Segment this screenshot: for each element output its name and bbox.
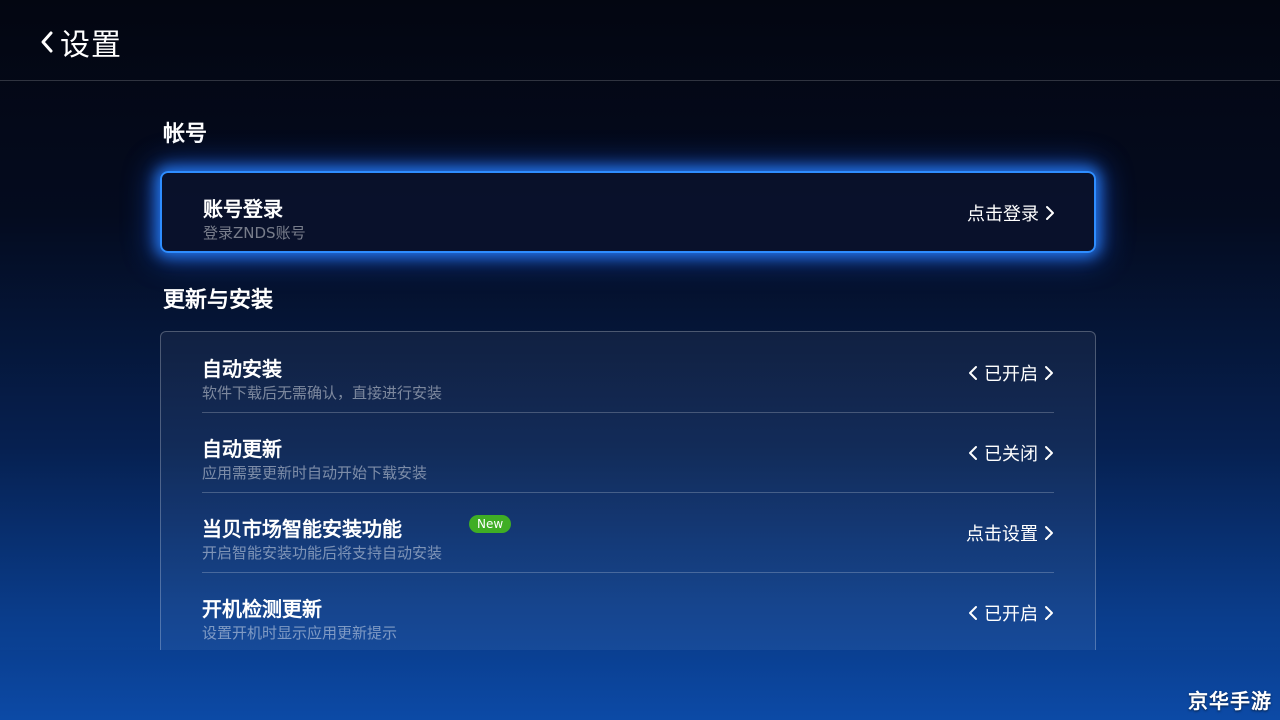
section-title-account: 帐号	[163, 122, 208, 147]
top-bar: 设置	[0, 0, 1280, 81]
setting-desc: 软件下载后无需确认，直接进行安装	[202, 384, 443, 402]
back-button[interactable]: 设置	[38, 22, 122, 63]
chevron-left-icon[interactable]	[968, 445, 978, 461]
account-login-value: 点击登录	[967, 204, 1039, 225]
setting-desc: 设置开机时显示应用更新提示	[202, 624, 398, 642]
chevron-right-icon	[1045, 526, 1053, 540]
section-title-update: 更新与安装	[163, 288, 274, 313]
setting-label: 开机检测更新	[202, 597, 322, 621]
account-login-row[interactable]: 账号登录 登录ZNDS账号 点击登录	[203, 173, 1055, 253]
chevron-right-icon[interactable]	[1044, 605, 1054, 621]
setting-label: 自动安装	[202, 357, 282, 381]
chevron-left-icon[interactable]	[968, 365, 978, 381]
setting-value: 已关闭	[984, 444, 1038, 465]
setting-row-boot-check[interactable]: 开机检测更新 设置开机时显示应用更新提示 已开启	[202, 573, 1054, 653]
account-login-action[interactable]: 点击登录	[967, 201, 1055, 225]
setting-toggle[interactable]: 已开启	[968, 601, 1054, 625]
setting-desc: 开启智能安装功能后将支持自动安装	[202, 544, 443, 562]
setting-label: 自动更新	[202, 437, 282, 461]
setting-row-smart-install[interactable]: 当贝市场智能安装功能 New 开启智能安装功能后将支持自动安装 点击设置	[202, 493, 1054, 573]
setting-row-auto-install[interactable]: 自动安装 软件下载后无需确认，直接进行安装 已开启	[202, 333, 1054, 413]
watermark-logo: 京华手游	[1188, 689, 1272, 713]
new-badge: New	[469, 515, 512, 533]
chevron-left-icon	[41, 31, 53, 53]
setting-label: 当贝市场智能安装功能	[202, 517, 402, 541]
setting-action[interactable]: 点击设置	[966, 521, 1054, 545]
setting-value: 点击设置	[966, 524, 1038, 545]
setting-toggle[interactable]: 已关闭	[968, 441, 1054, 465]
setting-desc: 应用需要更新时自动开始下载安装	[202, 464, 428, 482]
setting-toggle[interactable]: 已开启	[968, 361, 1054, 385]
setting-value: 已开启	[984, 604, 1038, 625]
chevron-left-icon[interactable]	[968, 605, 978, 621]
bottom-fade	[0, 650, 1280, 720]
setting-row-auto-update[interactable]: 自动更新 应用需要更新时自动开始下载安装 已关闭	[202, 413, 1054, 493]
update-settings-group: 自动安装 软件下载后无需确认，直接进行安装 已开启 自动更新 应用需要更新时自动…	[160, 331, 1096, 671]
page-title: 设置	[60, 28, 122, 63]
account-login-item[interactable]: 账号登录 登录ZNDS账号 点击登录	[160, 171, 1096, 253]
chevron-right-icon	[1046, 206, 1054, 220]
setting-value: 已开启	[984, 364, 1038, 385]
account-login-label: 账号登录	[203, 197, 283, 221]
account-login-desc: 登录ZNDS账号	[203, 224, 306, 242]
chevron-right-icon[interactable]	[1044, 365, 1054, 381]
chevron-right-icon[interactable]	[1044, 445, 1054, 461]
